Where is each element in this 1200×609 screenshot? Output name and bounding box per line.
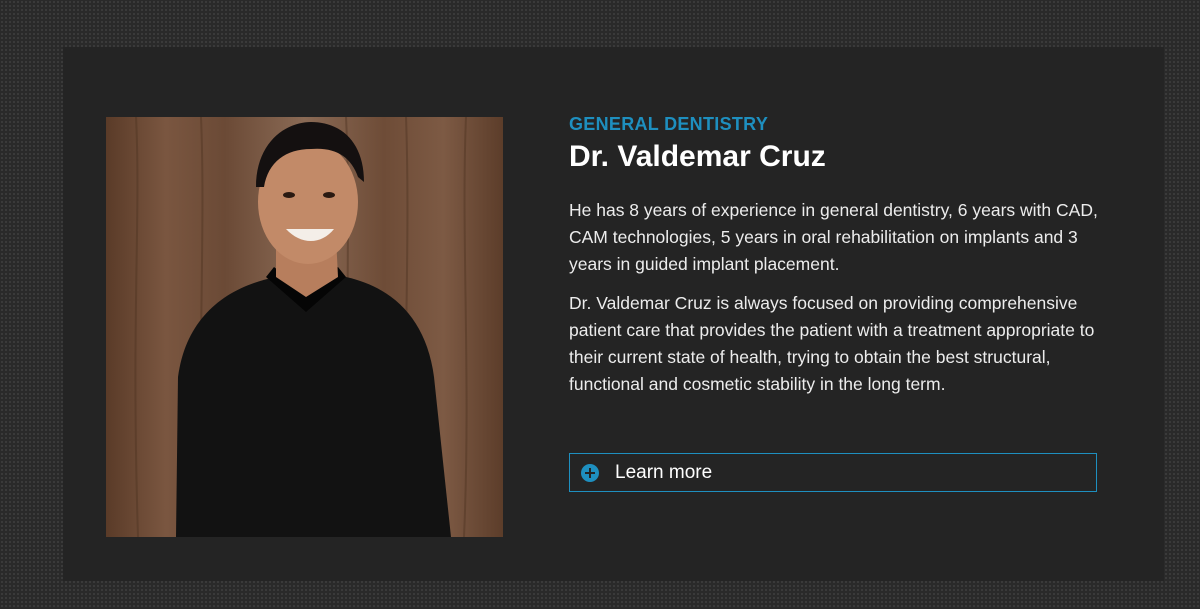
doctor-profile-card: GENERAL DENTISTRY Dr. Valdemar Cruz He h… (63, 47, 1164, 581)
specialty-label: GENERAL DENTISTRY (569, 114, 769, 134)
bio-paragraph-focus: Dr. Valdemar Cruz is always focused on p… (569, 293, 1095, 394)
doctor-name: Dr. Valdemar Cruz (569, 140, 826, 173)
learn-more-button[interactable]: Learn more (569, 453, 1097, 492)
profile-content: GENERAL DENTISTRY Dr. Valdemar Cruz He h… (569, 113, 1109, 398)
doctor-photo (106, 117, 503, 537)
learn-more-label: Learn more (615, 461, 713, 483)
bio-paragraph-experience: He has 8 years of experience in general … (569, 200, 1098, 274)
plus-circle-icon (581, 463, 599, 482)
